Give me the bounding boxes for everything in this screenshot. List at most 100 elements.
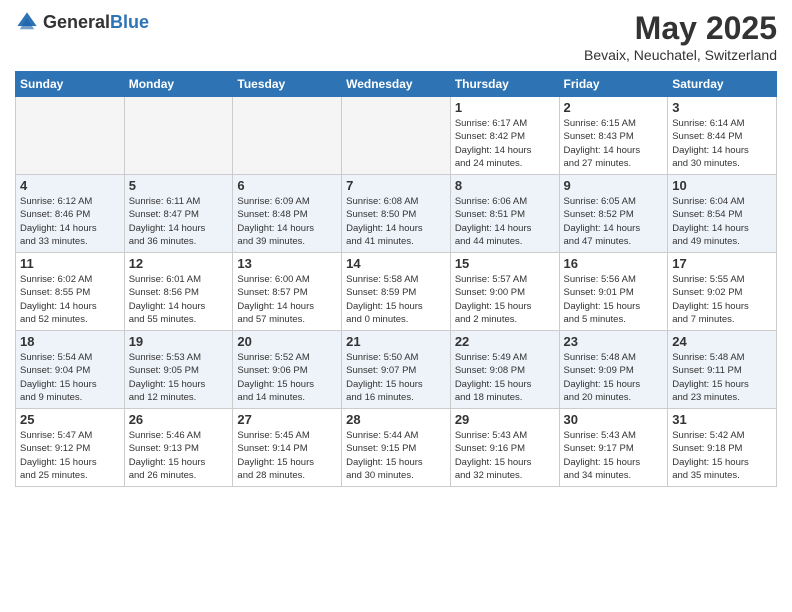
calendar-cell: 2 Sunrise: 6:15 AM Sunset: 8:43 PM Daylig… [559,97,668,175]
calendar-header-row: SundayMondayTuesdayWednesdayThursdayFrid… [16,72,777,97]
calendar-cell: 12 Sunrise: 6:01 AM Sunset: 8:56 PM Dayli… [124,253,233,331]
day-info: Sunrise: 6:15 AM Sunset: 8:43 PM Dayligh… [564,117,664,170]
day-number: 8 [455,178,555,193]
day-info: Sunrise: 6:02 AM Sunset: 8:55 PM Dayligh… [20,273,120,326]
day-number: 19 [129,334,229,349]
calendar-cell: 16Sunrise: 5:56 AM Sunset: 9:01 PM Dayli… [559,253,668,331]
calendar-cell: 24 Sunrise: 5:48 AM Sunset: 9:11 PM Dayli… [668,331,777,409]
day-number: 7 [346,178,446,193]
day-info: Sunrise: 5:42 AM Sunset: 9:18 PM Dayligh… [672,429,772,482]
day-number: 21 [346,334,446,349]
day-number: 18 [20,334,120,349]
calendar-cell: 21 Sunrise: 5:50 AM Sunset: 9:07 PM Dayli… [342,331,451,409]
day-info: Sunrise: 6:06 AM Sunset: 8:51 PM Dayligh… [455,195,555,248]
day-info: Sunrise: 5:57 AM Sunset: 9:00 PM Dayligh… [455,273,555,326]
calendar-cell: 23Sunrise: 5:48 AM Sunset: 9:09 PM Dayli… [559,331,668,409]
day-number: 5 [129,178,229,193]
calendar-cell: 13Sunrise: 6:00 AM Sunset: 8:57 PM Dayli… [233,253,342,331]
day-info: Sunrise: 6:05 AM Sunset: 8:52 PM Dayligh… [564,195,664,248]
calendar-cell: 25 Sunrise: 5:47 AM Sunset: 9:12 PM Dayli… [16,409,125,487]
day-info: Sunrise: 5:43 AM Sunset: 9:17 PM Dayligh… [564,429,664,482]
calendar-cell: 14Sunrise: 5:58 AM Sunset: 8:59 PM Dayli… [342,253,451,331]
day-info: Sunrise: 5:43 AM Sunset: 9:16 PM Dayligh… [455,429,555,482]
calendar-cell: 6 Sunrise: 6:09 AM Sunset: 8:48 PM Daylig… [233,175,342,253]
logo-blue: Blue [110,12,149,32]
calendar-cell: 29 Sunrise: 5:43 AM Sunset: 9:16 PM Dayli… [450,409,559,487]
day-number: 12 [129,256,229,271]
calendar-row: 18 Sunrise: 5:54 AM Sunset: 9:04 PM Dayli… [16,331,777,409]
day-info: Sunrise: 6:17 AM Sunset: 8:42 PM Dayligh… [455,117,555,170]
day-number: 29 [455,412,555,427]
page-header: GeneralBlue May 2025 Bevaix, Neuchatel, … [15,10,777,63]
calendar-cell: 20 Sunrise: 5:52 AM Sunset: 9:06 PM Dayli… [233,331,342,409]
day-number: 17 [672,256,772,271]
day-number: 30 [564,412,664,427]
calendar-cell [233,97,342,175]
day-number: 25 [20,412,120,427]
calendar-cell: 30 Sunrise: 5:43 AM Sunset: 9:17 PM Dayli… [559,409,668,487]
calendar-row: 1 Sunrise: 6:17 AM Sunset: 8:42 PM Daylig… [16,97,777,175]
calendar-cell: 8 Sunrise: 6:06 AM Sunset: 8:51 PM Daylig… [450,175,559,253]
calendar-row: 25 Sunrise: 5:47 AM Sunset: 9:12 PM Dayli… [16,409,777,487]
day-info: Sunrise: 5:52 AM Sunset: 9:06 PM Dayligh… [237,351,337,404]
calendar-cell: 11 Sunrise: 6:02 AM Sunset: 8:55 PM Dayli… [16,253,125,331]
day-info: Sunrise: 5:55 AM Sunset: 9:02 PM Dayligh… [672,273,772,326]
day-info: Sunrise: 5:45 AM Sunset: 9:14 PM Dayligh… [237,429,337,482]
day-number: 15 [455,256,555,271]
calendar-cell: 15 Sunrise: 5:57 AM Sunset: 9:00 PM Dayli… [450,253,559,331]
day-info: Sunrise: 5:44 AM Sunset: 9:15 PM Dayligh… [346,429,446,482]
day-number: 2 [564,100,664,115]
day-number: 28 [346,412,446,427]
day-number: 31 [672,412,772,427]
day-info: Sunrise: 6:09 AM Sunset: 8:48 PM Dayligh… [237,195,337,248]
calendar-cell: 1 Sunrise: 6:17 AM Sunset: 8:42 PM Daylig… [450,97,559,175]
calendar-cell: 18 Sunrise: 5:54 AM Sunset: 9:04 PM Dayli… [16,331,125,409]
day-info: Sunrise: 5:47 AM Sunset: 9:12 PM Dayligh… [20,429,120,482]
calendar-cell: 31 Sunrise: 5:42 AM Sunset: 9:18 PM Dayli… [668,409,777,487]
location-title: Bevaix, Neuchatel, Switzerland [584,47,777,63]
day-info: Sunrise: 5:54 AM Sunset: 9:04 PM Dayligh… [20,351,120,404]
day-info: Sunrise: 6:04 AM Sunset: 8:54 PM Dayligh… [672,195,772,248]
day-number: 24 [672,334,772,349]
day-info: Sunrise: 5:53 AM Sunset: 9:05 PM Dayligh… [129,351,229,404]
day-number: 10 [672,178,772,193]
calendar-cell: 22 Sunrise: 5:49 AM Sunset: 9:08 PM Dayli… [450,331,559,409]
title-block: May 2025 Bevaix, Neuchatel, Switzerland [584,10,777,63]
weekday-header: Sunday [16,72,125,97]
calendar-row: 11 Sunrise: 6:02 AM Sunset: 8:55 PM Dayli… [16,253,777,331]
day-number: 11 [20,256,120,271]
calendar-cell: 7 Sunrise: 6:08 AM Sunset: 8:50 PM Daylig… [342,175,451,253]
calendar-cell: 26Sunrise: 5:46 AM Sunset: 9:13 PM Dayli… [124,409,233,487]
calendar-cell [124,97,233,175]
day-number: 27 [237,412,337,427]
day-info: Sunrise: 6:00 AM Sunset: 8:57 PM Dayligh… [237,273,337,326]
day-info: Sunrise: 6:11 AM Sunset: 8:47 PM Dayligh… [129,195,229,248]
day-number: 4 [20,178,120,193]
day-number: 9 [564,178,664,193]
day-info: Sunrise: 5:49 AM Sunset: 9:08 PM Dayligh… [455,351,555,404]
calendar-row: 4Sunrise: 6:12 AM Sunset: 8:46 PM Daylig… [16,175,777,253]
day-info: Sunrise: 5:48 AM Sunset: 9:09 PM Dayligh… [564,351,664,404]
calendar-cell: 9 Sunrise: 6:05 AM Sunset: 8:52 PM Daylig… [559,175,668,253]
weekday-header: Saturday [668,72,777,97]
calendar-cell: 17 Sunrise: 5:55 AM Sunset: 9:02 PM Dayli… [668,253,777,331]
weekday-header: Thursday [450,72,559,97]
day-info: Sunrise: 6:08 AM Sunset: 8:50 PM Dayligh… [346,195,446,248]
calendar-cell: 3Sunrise: 6:14 AM Sunset: 8:44 PM Daylig… [668,97,777,175]
calendar-cell: 10 Sunrise: 6:04 AM Sunset: 8:54 PM Dayli… [668,175,777,253]
day-number: 20 [237,334,337,349]
day-info: Sunrise: 6:01 AM Sunset: 8:56 PM Dayligh… [129,273,229,326]
day-number: 26 [129,412,229,427]
calendar-table: SundayMondayTuesdayWednesdayThursdayFrid… [15,71,777,487]
day-info: Sunrise: 5:48 AM Sunset: 9:11 PM Dayligh… [672,351,772,404]
day-info: Sunrise: 5:50 AM Sunset: 9:07 PM Dayligh… [346,351,446,404]
day-number: 1 [455,100,555,115]
calendar-cell [342,97,451,175]
logo-icon [15,10,39,34]
weekday-header: Friday [559,72,668,97]
weekday-header: Wednesday [342,72,451,97]
day-number: 6 [237,178,337,193]
month-title: May 2025 [584,10,777,47]
day-info: Sunrise: 5:58 AM Sunset: 8:59 PM Dayligh… [346,273,446,326]
day-number: 22 [455,334,555,349]
